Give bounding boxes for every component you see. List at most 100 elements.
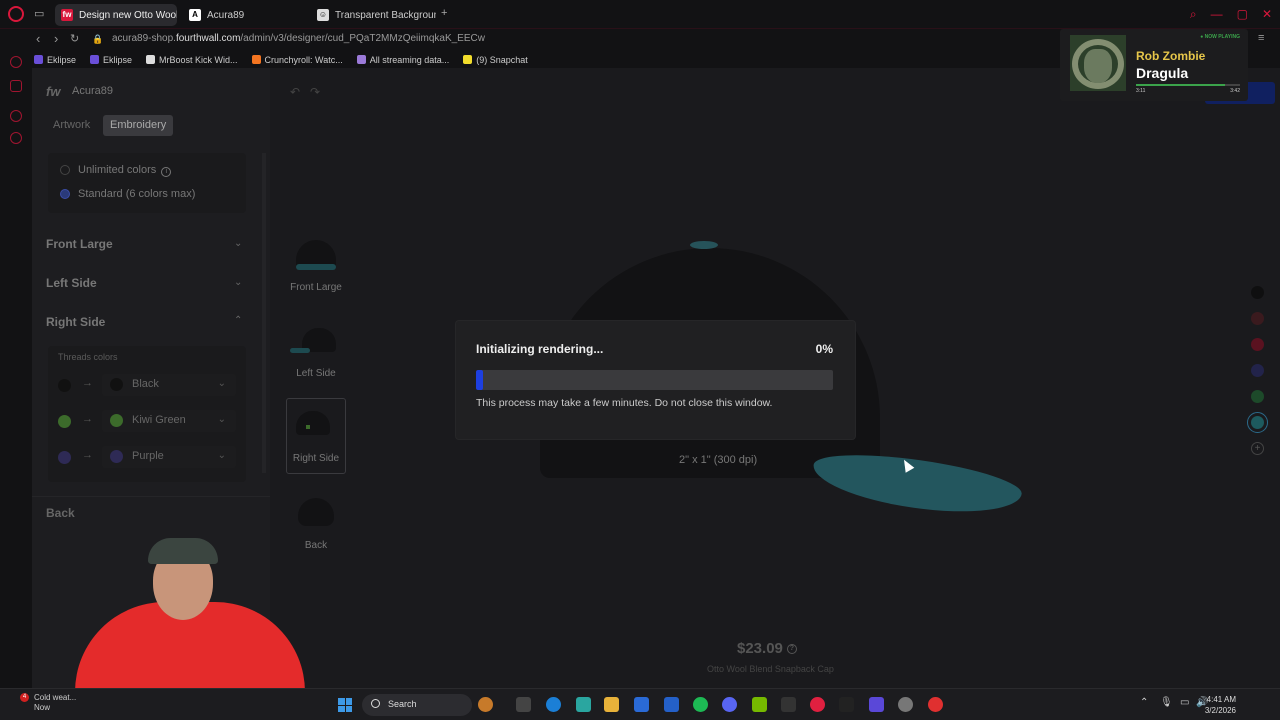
taskbar-search[interactable]: Search	[362, 694, 472, 716]
discord-icon[interactable]	[722, 697, 737, 712]
redo-icon[interactable]: ↷	[310, 85, 320, 99]
cap-thumbnail	[290, 405, 342, 445]
clock[interactable]: 4:41 AM 3/2/2026	[1205, 694, 1236, 716]
file-explorer-icon[interactable]	[604, 697, 619, 712]
settings-icon[interactable]	[898, 697, 913, 712]
color-swatch[interactable]	[1251, 390, 1264, 403]
thread-color-select[interactable]: Black ⌄	[102, 374, 236, 396]
window-controls: ⌕ — ▢ ✕	[1190, 7, 1272, 22]
color-swatch[interactable]	[1251, 364, 1264, 377]
unlimited-colors-radio[interactable]	[60, 165, 70, 175]
info-icon[interactable]: i	[161, 167, 172, 177]
bookmark-label: All streaming data...	[369, 54, 450, 65]
chevron-up-icon[interactable]: ⌃	[234, 315, 242, 326]
section-front-large[interactable]: Front Large	[46, 237, 113, 251]
webcam-overlay	[60, 530, 322, 702]
standard-colors-label: Standard (6 colors max)	[78, 188, 196, 200]
undo-icon[interactable]: ↶	[290, 85, 300, 99]
history-icon[interactable]	[10, 110, 22, 122]
bookmark-item[interactable]: Crunchyroll: Watc...	[251, 55, 343, 65]
opera-sidebar	[0, 56, 32, 688]
progress-fill	[476, 370, 484, 390]
section-left-side[interactable]: Left Side	[46, 276, 97, 290]
source-color-swatch	[58, 415, 71, 428]
now-playing-badge: ● NOW PLAYING	[1200, 34, 1240, 40]
settings-icon[interactable]	[10, 132, 22, 144]
player-icon[interactable]	[10, 80, 22, 92]
view-thumb-left-side[interactable]: Left Side	[286, 320, 346, 379]
section-right-side[interactable]: Right Side	[46, 315, 105, 329]
bookmark-item[interactable]: Eklipse	[34, 55, 76, 65]
terminal-icon[interactable]	[781, 697, 796, 712]
arrow-right-icon: →	[82, 413, 93, 425]
tab-designer[interactable]: fw Design new Otto Wool Ble	[55, 4, 177, 26]
color-swatch[interactable]	[1251, 312, 1264, 325]
chevron-down-icon[interactable]: ⌄	[234, 277, 242, 288]
copilot-icon[interactable]	[576, 697, 591, 712]
chevron-up-icon[interactable]: ⌃	[1140, 697, 1148, 708]
view-thumb-front-large[interactable]: Front Large	[286, 234, 346, 293]
menu-icon[interactable]: ≡	[1258, 32, 1264, 44]
now-playing-overlay: ● NOW PLAYING Rob Zombie Dragula 3:11 3:…	[1060, 29, 1248, 101]
chevron-down-icon[interactable]: ⌄	[234, 238, 242, 249]
tab-transparent-background[interactable]: ☺ Transparent Background	[311, 4, 436, 26]
chevron-down-icon: ⌄	[217, 414, 226, 425]
bookmark-item[interactable]: Eklipse	[90, 55, 132, 65]
help-icon[interactable]: ?	[786, 644, 797, 655]
cap-brim	[809, 445, 1025, 523]
bookmark-item[interactable]: All streaming data...	[356, 54, 450, 65]
minimize-icon[interactable]: —	[1211, 7, 1223, 22]
color-swatch[interactable]	[1251, 286, 1264, 299]
nvidia-icon[interactable]	[752, 697, 767, 712]
thread-color-select[interactable]: Kiwi Green ⌄	[102, 410, 236, 432]
forward-icon[interactable]: ›	[54, 31, 58, 46]
edge-icon[interactable]	[546, 697, 561, 712]
fourthwall-logo: fw	[46, 84, 61, 99]
bookmark-favicon-icon	[146, 55, 156, 64]
windows-start-icon[interactable]	[338, 698, 352, 712]
view-thumb-right-side[interactable]: Right Side	[286, 398, 346, 474]
new-tab-button[interactable]: +	[441, 7, 447, 19]
bookmark-favicon-icon	[90, 55, 100, 64]
section-back[interactable]: Back	[46, 506, 75, 520]
search-icon[interactable]: ⌕	[1190, 7, 1197, 22]
arrow-right-icon: →	[82, 377, 93, 389]
obs-icon[interactable]	[928, 697, 943, 712]
standard-colors-radio[interactable]	[60, 189, 70, 199]
microphone-icon[interactable]: 🎙	[1160, 697, 1173, 708]
browser-tab-bar: ▭ fw Design new Otto Wool Ble A Acura89 …	[0, 0, 1280, 29]
weather-widget[interactable]: 4 Cold weat... Now	[16, 693, 76, 713]
back-icon[interactable]: ‹	[36, 31, 40, 46]
opera-gx-icon[interactable]	[810, 697, 825, 712]
reload-icon[interactable]: ↻	[70, 32, 79, 45]
close-icon[interactable]: ✕	[1262, 7, 1272, 22]
bookmark-item[interactable]: MrBoost Kick Wid...	[146, 55, 238, 65]
arrow-right-icon: →	[82, 449, 93, 461]
messenger-icon[interactable]	[10, 56, 22, 68]
url-field[interactable]: acura89-shop.fourthwall.com/admin/v3/des…	[112, 33, 485, 44]
task-view-icon[interactable]	[516, 697, 531, 712]
tab-acura89[interactable]: A Acura89	[183, 4, 308, 26]
store-icon[interactable]	[634, 697, 649, 712]
add-color-icon[interactable]: +	[1251, 442, 1264, 455]
cap-button	[690, 241, 718, 249]
opera-logo-icon[interactable]	[8, 6, 24, 22]
spotify-icon[interactable]	[693, 697, 708, 712]
bookmark-item[interactable]: (9) Snapchat	[463, 55, 528, 65]
widgets-icon[interactable]	[478, 697, 493, 712]
thread-color-select[interactable]: Purple ⌄	[102, 446, 236, 468]
view-label: Left Side	[296, 368, 336, 379]
cap-thumbnail	[290, 492, 342, 532]
app-icon[interactable]	[839, 697, 854, 712]
cap-thumbnail	[290, 234, 342, 274]
app-icon[interactable]	[869, 697, 884, 712]
maximize-icon[interactable]: ▢	[1237, 7, 1248, 22]
tab-menu-icon[interactable]: ▭	[34, 7, 44, 20]
network-icon[interactable]: ▭	[1180, 697, 1189, 708]
panel-scrollbar[interactable]	[262, 153, 266, 473]
tab-embroidery[interactable]: Embroidery	[103, 115, 174, 136]
color-swatch[interactable]	[1251, 338, 1264, 351]
tab-artwork[interactable]: Artwork	[46, 115, 97, 136]
removebg-favicon-icon: ☺	[317, 9, 329, 21]
outlook-icon[interactable]	[664, 697, 679, 712]
